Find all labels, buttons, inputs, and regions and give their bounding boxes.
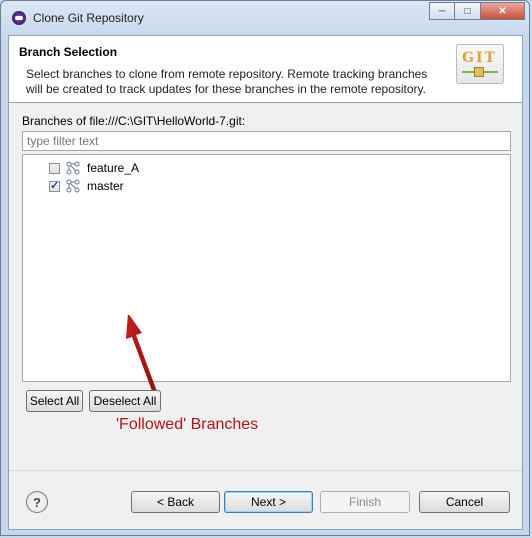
branch-checkbox-master[interactable]	[49, 179, 60, 192]
wizard-header: Branch Selection Select branches to clon…	[9, 36, 522, 103]
branches-label: Branches of file:///C:\GIT\HelloWorld-7.…	[22, 114, 246, 128]
page-title: Branch Selection	[19, 45, 118, 59]
maximize-button[interactable]: □	[455, 2, 481, 20]
dialog-content: Branch Selection Select branches to clon…	[8, 35, 523, 530]
page-description: Select branches to clone from remote rep…	[26, 67, 428, 96]
branch-label-master: master	[87, 179, 124, 193]
next-button[interactable]: Next >	[224, 491, 313, 513]
title-bar: Clone Git Repository ─ □ ✕	[1, 1, 529, 35]
branch-row-feature-a[interactable]: feature_A	[49, 159, 139, 177]
branch-icon	[66, 179, 80, 193]
branch-row-master[interactable]: master	[49, 177, 124, 195]
cancel-button[interactable]: Cancel	[419, 491, 510, 513]
git-logo-box	[474, 67, 484, 77]
eclipse-icon	[12, 11, 26, 25]
deselect-all-button[interactable]: Deselect All	[89, 390, 161, 412]
minimize-button[interactable]: ─	[429, 2, 455, 20]
window-title: Clone Git Repository	[33, 11, 144, 25]
branch-tree[interactable]: feature_A master	[22, 154, 511, 433]
clone-git-repository-dialog: Clone Git Repository ─ □ ✕ Branch Select…	[0, 0, 530, 536]
help-icon[interactable]: ?	[26, 491, 48, 513]
git-logo-icon: GIT	[456, 44, 504, 84]
git-logo-text: GIT	[462, 50, 497, 66]
close-button[interactable]: ✕	[481, 2, 525, 20]
finish-button: Finish	[320, 491, 410, 513]
window-controls: ─ □ ✕	[429, 2, 525, 20]
branch-label-feature-a: feature_A	[87, 161, 140, 175]
branch-checkbox-feature-a[interactable]	[49, 162, 60, 174]
footer-separator	[9, 470, 522, 471]
filter-input[interactable]	[22, 131, 511, 151]
branch-icon	[66, 161, 80, 175]
select-all-button[interactable]: Select All	[26, 390, 83, 412]
annotation-text: 'Followed' Branches	[116, 416, 259, 433]
back-button[interactable]: < Back	[131, 491, 220, 513]
